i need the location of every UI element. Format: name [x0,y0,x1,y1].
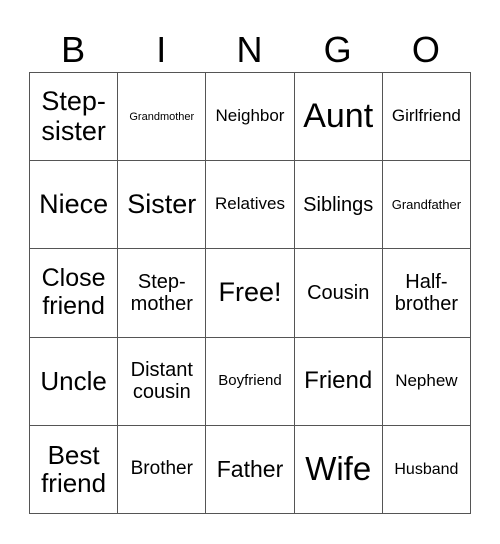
bingo-cell[interactable]: Father [206,425,295,514]
cell-text: Best [47,439,100,470]
bingo-cell[interactable]: Friend [294,337,383,426]
bingo-cell[interactable]: Brother [118,425,207,514]
cell-text: Sister [127,188,197,219]
bingo-cell[interactable]: Uncle [30,337,119,426]
cell-text: Grandmother [129,110,195,123]
free-space-cell[interactable]: Free! [206,249,295,338]
cell-text: Cousin [307,281,370,304]
cell-text: Girlfriend [391,106,461,126]
bingo-cell[interactable]: Niece [30,161,119,250]
cell-text: Step- [137,270,186,293]
cell-text: cousin [132,381,191,404]
bingo-cell[interactable]: Relatives [206,161,295,250]
cell-text: Close [41,264,106,293]
cell-text: Father [216,455,284,482]
header-letter-o: O [411,29,440,70]
cell-text: Distant [130,359,193,382]
bingo-cell[interactable]: Aunt [294,73,383,162]
bingo-cell[interactable]: Wife [294,425,383,514]
bingo-cell[interactable]: Cousin [294,249,383,338]
bingo-cell[interactable]: Siblings [294,161,383,250]
cell-text: Brother [130,457,193,479]
cell-text: Friend [304,367,373,394]
header-letter-g: G [323,29,352,70]
cell-text: Relatives [215,194,285,214]
bingo-cell[interactable]: Best friend [30,425,119,514]
cell-text: Grandfather [391,196,462,212]
cell-text: Nephew [395,370,458,390]
cell-text: Boyfriend [218,371,282,389]
bingo-cell[interactable]: Distant cousin [118,337,207,426]
cell-text: sister [41,115,106,146]
bingo-cell[interactable]: Step- mother [118,249,207,338]
bingo-cell[interactable]: Step- sister [30,73,119,162]
cell-text: friend [42,291,105,320]
cell-text: Wife [305,450,372,488]
bingo-header: B I N G O [29,28,470,72]
cell-text: Husband [394,460,459,478]
bingo-cell[interactable]: Grandfather [382,161,471,250]
cell-text: Aunt [303,96,374,135]
cell-text: mother [130,292,193,315]
bingo-cell[interactable]: Girlfriend [382,73,471,162]
bingo-cell[interactable]: Grandmother [118,73,207,162]
bingo-cell[interactable]: Close friend [30,249,119,338]
cell-text: Uncle [40,365,107,396]
bingo-cell[interactable]: Half- brother [382,249,471,338]
bingo-cell[interactable]: Boyfriend [206,337,295,426]
cell-text: Niece [39,188,109,219]
bingo-cell[interactable]: Neighbor [206,73,295,162]
header-letter-b: B [61,29,86,70]
bingo-grid: Step- sister Grandmother Neighbor Aunt G… [29,72,471,514]
cell-text: Siblings [303,193,374,216]
cell-text: Half- [405,270,448,293]
header-letter-i: I [156,29,167,70]
bingo-cell[interactable]: Sister [118,161,207,250]
cell-text: Neighbor [215,106,285,126]
bingo-cell[interactable]: Nephew [382,337,471,426]
free-space-text: Free! [218,277,282,308]
header-letter-n: N [236,29,263,70]
cell-text: brother [394,292,459,315]
cell-text: friend [41,468,107,499]
bingo-cell[interactable]: Husband [382,425,471,514]
cell-text: Step- [41,85,106,116]
